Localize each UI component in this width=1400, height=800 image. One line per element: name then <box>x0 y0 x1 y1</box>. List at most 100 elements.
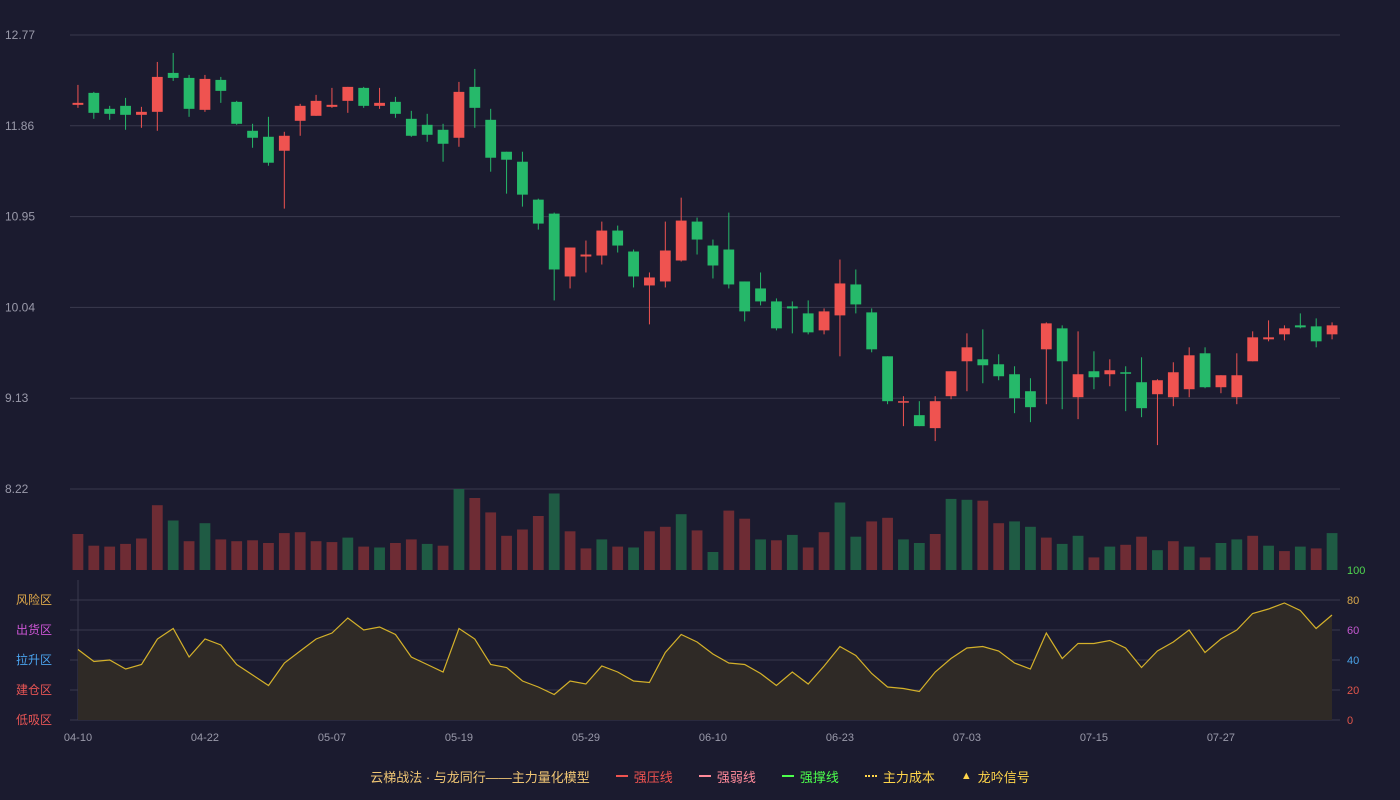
volume-bar <box>1167 541 1179 570</box>
legend-item-model[interactable]: 云梯战法 · 与龙同行——主力量化模型 <box>370 767 590 786</box>
candle-body <box>104 108 116 114</box>
x-tick-label: 05-29 <box>572 732 600 744</box>
volume-bar <box>136 538 147 570</box>
legend-label: 强撑线 <box>799 769 839 785</box>
volume-bar <box>612 546 624 570</box>
candle-body <box>1215 375 1227 388</box>
volume-bar <box>358 546 370 570</box>
legend-item-strength[interactable]: 强弱线 <box>698 767 756 786</box>
candle-body <box>977 359 989 366</box>
volume-bar <box>120 543 131 570</box>
legend-item-cost[interactable]: 主力成本 <box>864 767 935 786</box>
volume-bar <box>501 535 512 570</box>
legend-label: 主力成本 <box>882 769 935 785</box>
candle-body <box>310 100 322 116</box>
x-tick-label: 07-27 <box>1207 732 1235 744</box>
candle-body <box>72 102 84 105</box>
candle-body <box>136 111 147 115</box>
zone-label: 风险区 <box>16 592 52 607</box>
candle-body <box>1152 380 1163 395</box>
volume-bar <box>1104 546 1116 570</box>
x-tick-label: 04-10 <box>64 732 92 744</box>
volume-bar <box>818 532 830 570</box>
volume-bar <box>374 547 385 570</box>
candle-body <box>834 283 846 316</box>
candle-body <box>1279 328 1290 335</box>
volume-bar <box>1231 539 1243 570</box>
legend-item-signal[interactable]: ▲ 龙吟信号 <box>961 767 1030 786</box>
candle-body <box>580 254 592 257</box>
volume-bar <box>755 539 766 570</box>
volume-bar <box>294 532 306 570</box>
legend-item-resistance[interactable]: 强压线 <box>615 767 673 786</box>
candle-body <box>755 288 766 302</box>
candle-body <box>802 313 814 333</box>
volume-bar <box>564 531 576 570</box>
volume-bar <box>913 543 925 570</box>
candle-body <box>1072 374 1084 398</box>
volume-bar <box>390 543 401 570</box>
volume-bar <box>628 547 639 570</box>
candle-body <box>1009 374 1020 399</box>
volume-bar <box>72 534 84 570</box>
indicator-tick-label: 20 <box>1347 685 1359 697</box>
candle-body <box>485 119 497 158</box>
volume-bar <box>263 543 274 570</box>
indicator-tick-label: 100 <box>1347 565 1365 577</box>
volume-bar <box>977 500 989 570</box>
volume-bar <box>421 543 433 570</box>
candle-body <box>945 371 957 397</box>
legend-label: 强弱线 <box>716 769 756 785</box>
candle-body <box>707 245 719 266</box>
chart-root: 12.77 11.86 10.95 10.04 9.13 8.22 100 80 60 40 20 0… <box>0 0 1400 800</box>
candle-body <box>818 311 830 331</box>
candle-body <box>1040 323 1052 350</box>
candle-body <box>390 101 401 114</box>
volume-bar <box>167 520 179 570</box>
price-tick-label: 8.22 <box>5 482 29 496</box>
candle-body <box>469 86 481 108</box>
volume-bar <box>517 529 528 570</box>
candle-body <box>183 77 195 109</box>
candle-body <box>628 251 639 277</box>
candle-body <box>294 105 306 121</box>
volume-bar <box>1183 546 1195 570</box>
legend-swatch <box>698 775 711 777</box>
candle-body <box>1199 353 1211 388</box>
x-tick-label: 07-15 <box>1080 732 1108 744</box>
candle-body <box>501 151 512 160</box>
candle-body <box>199 78 211 110</box>
volume-bar <box>247 540 258 570</box>
volume-bar <box>644 531 655 570</box>
volume-bar <box>183 541 195 570</box>
volume-bar <box>739 518 751 570</box>
candle-body <box>120 105 131 115</box>
volume-bar <box>945 498 957 570</box>
volume-bar <box>1279 551 1290 570</box>
indicator-series <box>77 602 1333 720</box>
volume-bar <box>437 545 449 570</box>
legend-label: 强压线 <box>633 769 673 785</box>
zone-label: 出货区 <box>16 622 52 637</box>
legend-item-support[interactable]: 强撑线 <box>781 767 839 786</box>
candle-body <box>1231 375 1243 398</box>
indicator-tick-label: 80 <box>1347 595 1359 607</box>
candle-body <box>548 213 560 270</box>
volume-bar <box>1136 536 1147 570</box>
volume-bar <box>199 523 211 570</box>
volume-bar <box>675 514 687 570</box>
volume-bar <box>596 539 608 570</box>
candle-body <box>929 401 941 429</box>
candle-body <box>612 230 624 246</box>
volume-bar <box>1120 544 1132 570</box>
x-tick-label: 06-10 <box>699 732 727 744</box>
volume-bar <box>961 499 973 570</box>
volume-bar <box>88 545 100 570</box>
volume-bar <box>707 552 719 570</box>
volume-bar <box>834 502 846 570</box>
candle-body <box>1326 325 1338 335</box>
volume-bar <box>802 547 814 570</box>
candle-body <box>1310 326 1322 342</box>
legend-label: 云梯战法 · 与龙同行——主力量化模型 <box>370 769 590 785</box>
volume-bar <box>485 512 497 570</box>
